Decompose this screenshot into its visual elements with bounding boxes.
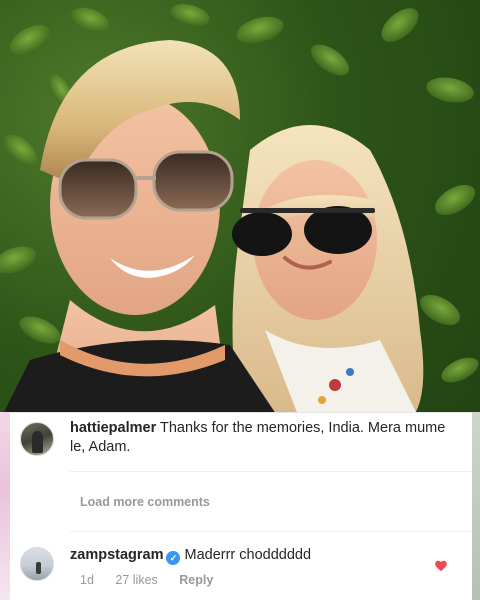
left-edge-strip: [0, 412, 10, 600]
verified-badge-icon: ✓: [166, 551, 181, 565]
divider: [70, 471, 472, 472]
comment-body: zampstagram ✓ Maderrr chodddddd: [70, 546, 450, 565]
comment-meta: 1d 27 likes Reply: [80, 573, 231, 587]
reply-button[interactable]: Reply: [179, 573, 213, 587]
divider: [70, 531, 472, 532]
heart-icon[interactable]: [434, 559, 448, 573]
avatar[interactable]: [20, 422, 54, 456]
comments-panel: hattiepalmer Thanks for the memories, In…: [10, 412, 472, 600]
comment-username[interactable]: hattiepalmer: [70, 420, 156, 436]
comment-time: 1d: [80, 573, 94, 587]
load-more-comments-link[interactable]: Load more comments: [80, 495, 210, 509]
right-edge-strip: [472, 412, 480, 600]
avatar[interactable]: [20, 547, 54, 581]
comment-likes[interactable]: 27 likes: [115, 573, 157, 587]
comment-text: Maderrr chodddddd: [184, 547, 312, 563]
comment-username[interactable]: zampstagram: [70, 547, 163, 563]
comment-body: hattiepalmer Thanks for the memories, In…: [70, 419, 450, 457]
